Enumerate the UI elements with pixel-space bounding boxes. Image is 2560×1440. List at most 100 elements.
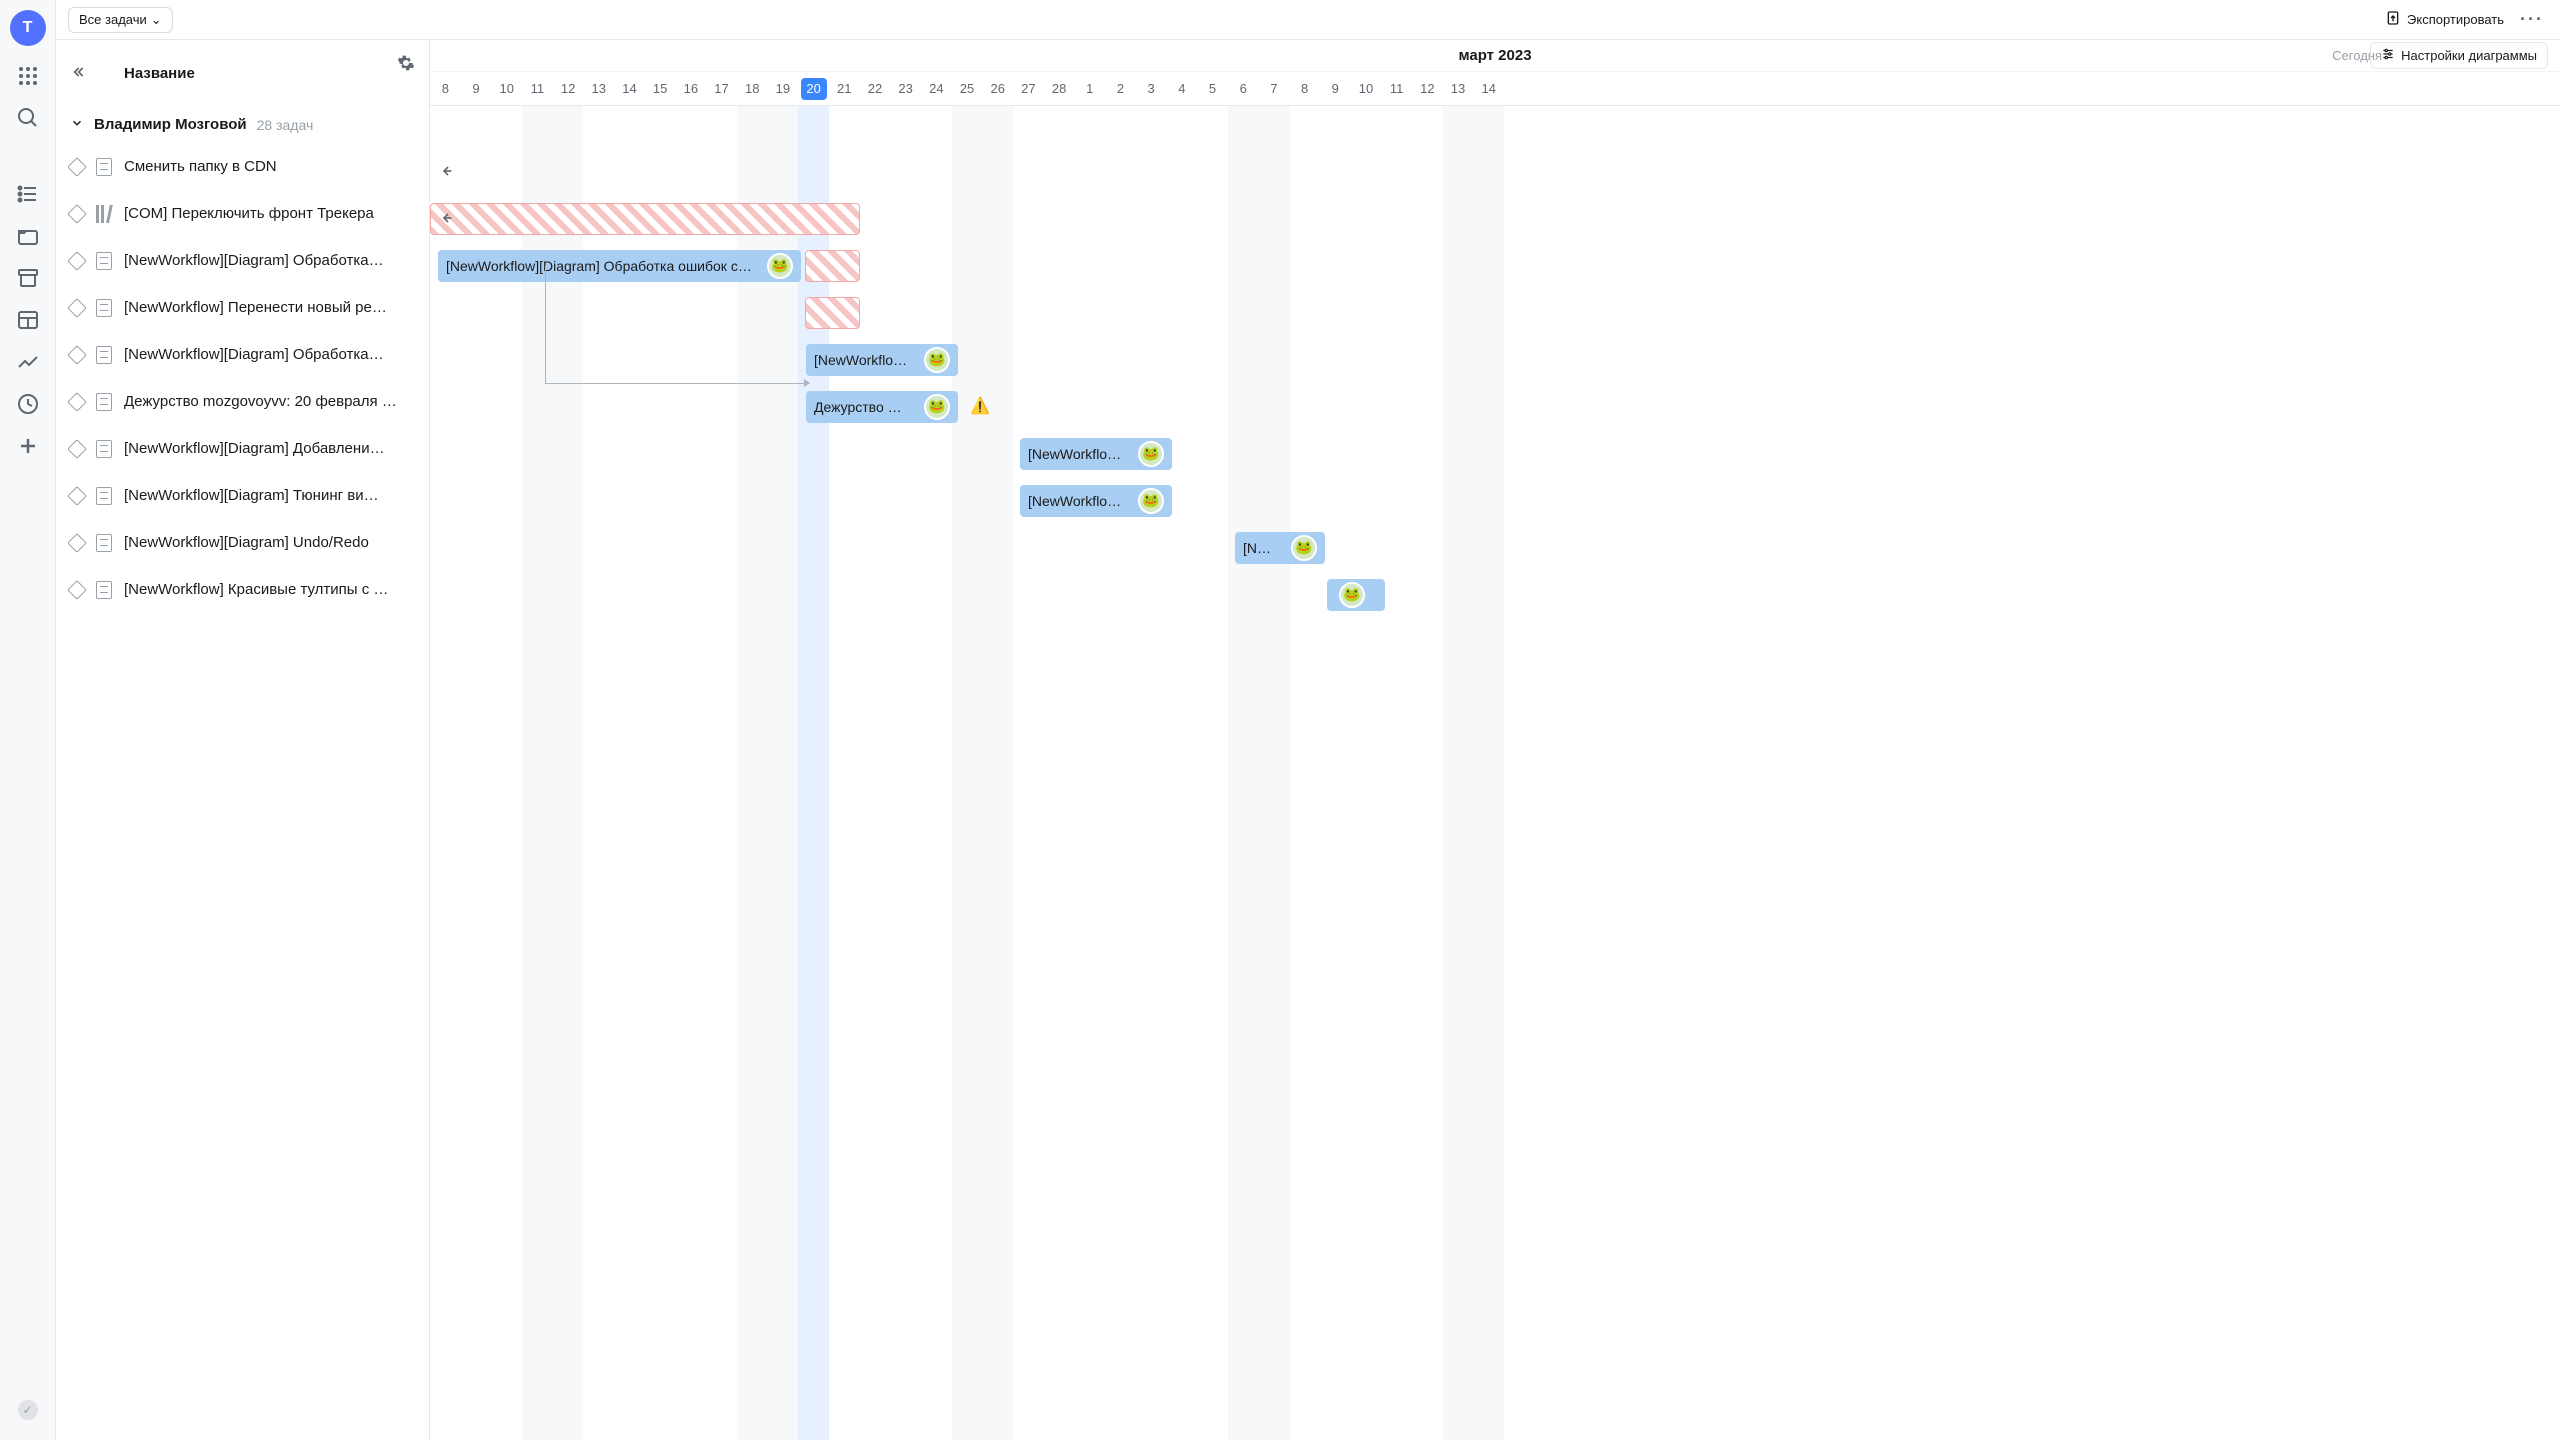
day-cell[interactable]: 14 (614, 81, 645, 96)
avatar: 🐸 (1138, 441, 1164, 467)
archive-icon[interactable] (16, 266, 40, 290)
filter-dropdown[interactable]: Все задачи ⌄ (68, 7, 173, 33)
task-row[interactable]: [COM] Переключить фронт Трекера (56, 190, 429, 237)
filter-label: Все задачи (79, 12, 147, 27)
day-cell[interactable]: 17 (706, 81, 737, 96)
day-cell[interactable]: 8 (430, 81, 461, 96)
gantt-bar[interactable] (805, 250, 860, 282)
clock-icon[interactable] (16, 392, 40, 416)
day-cell[interactable]: 8 (1289, 81, 1320, 96)
task-row[interactable]: [NewWorkflow][Diagram] Тюнинг ви… (56, 472, 429, 519)
gantt-bar[interactable]: [NewWorkflo… 🐸 (806, 344, 958, 376)
day-cell[interactable]: 21 (829, 81, 860, 96)
doc-icon (96, 299, 112, 317)
export-label: Экспортировать (2407, 12, 2504, 27)
task-title: [NewWorkflow][Diagram] Обработка… (124, 346, 415, 363)
day-cell[interactable]: 6 (1228, 81, 1259, 96)
day-cell[interactable]: 10 (491, 81, 522, 96)
day-cell[interactable]: 2 (1105, 81, 1136, 96)
day-cell[interactable]: 9 (461, 81, 492, 96)
doc-icon (96, 393, 112, 411)
doc-icon (96, 534, 112, 552)
gantt-bar[interactable]: [NewWorkflow][Diagram] Обработка ошибок … (438, 250, 801, 282)
gantt-bar[interactable] (805, 297, 860, 329)
export-icon (2385, 10, 2401, 29)
priority-icon (67, 204, 87, 224)
day-cell[interactable]: 15 (645, 81, 676, 96)
task-title: [NewWorkflow][Diagram] Тюнинг ви… (124, 487, 415, 504)
task-row[interactable]: [NewWorkflow][Diagram] Undo/Redo (56, 519, 429, 566)
doc-icon (96, 346, 112, 364)
day-cell[interactable]: 13 (1443, 81, 1474, 96)
avatar: 🐸 (924, 394, 950, 420)
export-button[interactable]: Экспортировать (2385, 10, 2504, 29)
board-icon[interactable] (16, 308, 40, 332)
more-menu-button[interactable]: ··· (2516, 9, 2548, 30)
folder-icon[interactable] (16, 224, 40, 248)
add-icon[interactable] (16, 434, 40, 458)
task-row[interactable]: Дежурство mozgovoyvv: 20 февраля … (56, 378, 429, 425)
day-cell[interactable]: 11 (522, 81, 553, 96)
day-cell[interactable]: 5 (1197, 81, 1228, 96)
day-cell[interactable]: 16 (676, 81, 707, 96)
gantt-bar[interactable]: Дежурство … 🐸 (806, 391, 958, 423)
gantt-bar[interactable]: [NewWorkflo… 🐸 (1020, 438, 1172, 470)
group-row[interactable]: Владимир Мозговой 28 задач (56, 106, 429, 143)
gantt-row: [NewWorkflo… 🐸 (430, 336, 2560, 383)
task-row[interactable]: [NewWorkflow] Красивые тултипы с … (56, 566, 429, 613)
gantt-bar[interactable]: [N… 🐸 (1235, 532, 1325, 564)
task-row[interactable]: [NewWorkflow][Diagram] Обработка… (56, 237, 429, 284)
day-cell[interactable]: 12 (553, 81, 584, 96)
task-row[interactable]: Сменить папку в CDN (56, 143, 429, 190)
day-cell[interactable]: 28 (1044, 81, 1075, 96)
bar-label: [NewWorkflo… (814, 352, 920, 368)
app-logo[interactable]: T (10, 10, 46, 46)
task-row[interactable]: [NewWorkflow] Перенести новый ре… (56, 284, 429, 331)
priority-icon (67, 157, 87, 177)
day-cell[interactable]: 12 (1412, 81, 1443, 96)
sidebar-column-title: Название (124, 65, 195, 82)
group-count: 28 задач (257, 117, 314, 133)
day-cell[interactable]: 19 (768, 81, 799, 96)
day-cell[interactable]: 11 (1381, 81, 1412, 96)
scroll-left-icon[interactable] (438, 210, 454, 226)
chart-settings-button[interactable]: Настройки диаграммы (2370, 42, 2548, 69)
search-icon[interactable] (16, 106, 40, 130)
day-cell[interactable]: 22 (860, 81, 891, 96)
task-title: [NewWorkflow] Перенести новый ре… (124, 299, 415, 316)
task-row[interactable]: [NewWorkflow][Diagram] Добавлени… (56, 425, 429, 472)
gantt-row: [NewWorkflow][Diagram] Обработка ошибок … (430, 242, 2560, 289)
chart-icon[interactable] (16, 350, 40, 374)
day-cell[interactable]: 20 (801, 78, 827, 100)
gantt-bar[interactable]: 🐸 (1327, 579, 1385, 611)
day-cell[interactable]: 14 (1473, 81, 1504, 96)
day-cell[interactable]: 13 (583, 81, 614, 96)
library-icon (96, 205, 112, 223)
list-icon[interactable] (16, 182, 40, 206)
scroll-left-icon[interactable] (438, 163, 454, 179)
avatar: 🐸 (1339, 582, 1365, 608)
gantt-bar[interactable] (430, 203, 860, 235)
day-cell[interactable]: 4 (1167, 81, 1198, 96)
chevron-down-icon (70, 116, 84, 133)
task-title: Дежурство mozgovoyvv: 20 февраля … (124, 393, 415, 410)
day-cell[interactable]: 26 (982, 81, 1013, 96)
gantt-row: [N… 🐸 (430, 524, 2560, 571)
day-cell[interactable]: 23 (890, 81, 921, 96)
collapse-sidebar-button[interactable] (70, 64, 86, 83)
status-dot-icon[interactable]: ✓ (18, 1400, 38, 1420)
day-cell[interactable]: 18 (737, 81, 768, 96)
day-cell[interactable]: 1 (1074, 81, 1105, 96)
gantt-bar[interactable]: [NewWorkflo… 🐸 (1020, 485, 1172, 517)
avatar: 🐸 (767, 253, 793, 279)
day-cell[interactable]: 10 (1351, 81, 1382, 96)
gear-icon[interactable] (397, 54, 415, 75)
day-cell[interactable]: 25 (952, 81, 983, 96)
day-cell[interactable]: 9 (1320, 81, 1351, 96)
day-cell[interactable]: 24 (921, 81, 952, 96)
day-cell[interactable]: 27 (1013, 81, 1044, 96)
day-cell[interactable]: 7 (1259, 81, 1290, 96)
day-cell[interactable]: 3 (1136, 81, 1167, 96)
task-row[interactable]: [NewWorkflow][Diagram] Обработка… (56, 331, 429, 378)
apps-grid-icon[interactable] (16, 64, 40, 88)
